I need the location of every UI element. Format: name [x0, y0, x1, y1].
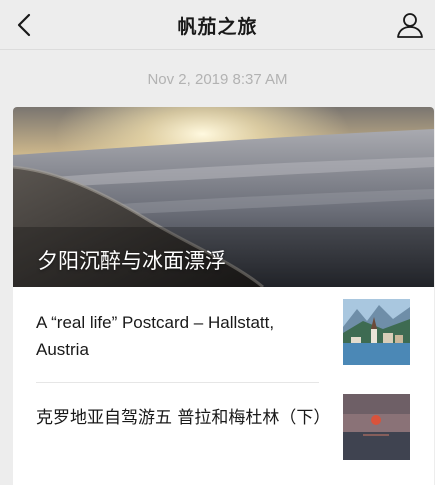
cover-title: 夕阳沉醉与冰面漂浮 [37, 249, 226, 273]
article-list-item[interactable]: A “real life” Postcard – Hallstatt, Aust… [13, 287, 434, 379]
article-item-title: 克罗地亚自驾游五 普拉和梅杜林（下） [36, 408, 331, 428]
cover-article[interactable]: 夕阳沉醉与冰面漂浮 [13, 107, 434, 287]
article-thumbnail [343, 299, 410, 365]
page-title: 帆茄之旅 [177, 16, 258, 38]
article-list-item[interactable]: 克罗地亚自驾游五 普拉和梅杜林（下） [13, 383, 434, 475]
article-item-title: A “real life” Postcard – Hallstatt, Aust… [36, 313, 275, 359]
message-timestamp: Nov 2, 2019 8:37 AM [147, 71, 288, 88]
article-card[interactable]: 夕阳沉醉与冰面漂浮 A “real life” Postcard – Halls… [13, 107, 434, 485]
article-thumbnail [343, 394, 410, 460]
nav-bar: 帆茄之旅 [0, 0, 435, 50]
person-icon[interactable] [395, 10, 425, 40]
